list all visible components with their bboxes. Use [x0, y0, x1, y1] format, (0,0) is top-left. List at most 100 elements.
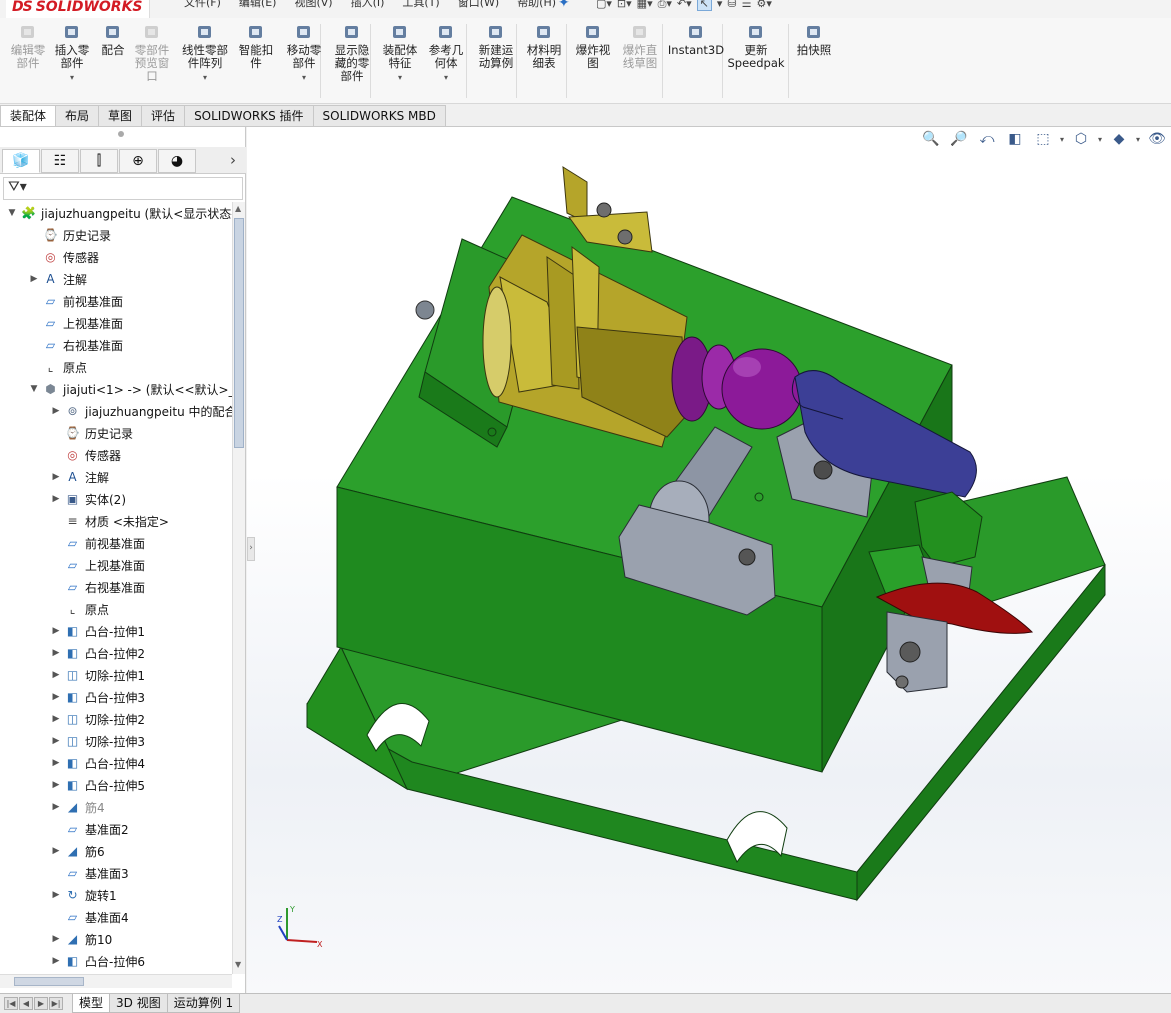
scrollbar-thumb[interactable] — [234, 218, 244, 448]
tree-vertical-scrollbar[interactable]: ▲ ▼ — [232, 202, 245, 974]
tree-item[interactable]: ▶ A 注解 — [28, 268, 87, 290]
ribbon-button-11[interactable]: 材料明 细表 — [524, 22, 564, 70]
dropdown-arrow-icon[interactable]: ▾ — [70, 71, 74, 84]
last-tab-icon[interactable]: ▶| — [49, 997, 63, 1010]
pin-icon[interactable]: ✦ — [558, 0, 570, 11]
ribbon-button-12[interactable]: 爆炸视 图 — [572, 22, 614, 70]
new-document-icon[interactable]: ▢▾ — [596, 0, 612, 10]
expand-toggle-icon[interactable]: ▶ — [50, 890, 62, 900]
dropdown-arrow-icon[interactable]: ▾ — [444, 71, 448, 84]
menu-item-0[interactable]: 文件(F) — [175, 0, 230, 10]
expand-toggle-icon[interactable]: ▶ — [50, 714, 62, 724]
undo-icon[interactable]: ↶▾ — [677, 0, 692, 10]
bottom-tab-1[interactable]: 3D 视图 — [109, 994, 168, 1013]
next-tab-icon[interactable]: ▶ — [34, 997, 48, 1010]
tree-item[interactable]: ▱ 基准面2 — [50, 818, 129, 840]
select-pointer-icon[interactable]: ↖ — [696, 0, 712, 11]
expand-toggle-icon[interactable]: ▼ — [6, 208, 18, 218]
ribbon-button-1[interactable]: 插入零 部件 ▾ — [52, 22, 92, 84]
tree-item[interactable]: ▱ 右视基准面 — [28, 334, 123, 356]
ribbon-button-0[interactable]: 编辑零 部件 — [8, 22, 48, 70]
tree-item[interactable]: ▶ ◧ 凸台-拉伸6 — [50, 950, 145, 972]
open-icon[interactable]: ⊡▾ — [617, 0, 632, 10]
tree-item[interactable]: ▱ 上视基准面 — [28, 312, 123, 334]
menu-item-3[interactable]: 插入(I) — [342, 0, 394, 10]
prev-tab-icon[interactable]: ◀ — [19, 997, 33, 1010]
tree-item[interactable]: ▱ 右视基准面 — [50, 576, 145, 598]
expand-toggle-icon[interactable]: ▶ — [50, 494, 62, 504]
bottom-tab-0[interactable]: 模型 — [72, 994, 111, 1013]
ribbon-button-2[interactable]: 配合 — [98, 22, 128, 57]
menu-item-2[interactable]: 视图(V) — [285, 0, 341, 10]
expand-toggle-icon[interactable]: ▶ — [50, 956, 62, 966]
ribbon-button-16[interactable]: 拍快照 — [794, 22, 834, 57]
expand-toggle-icon[interactable]: ▶ — [50, 692, 62, 702]
expand-toggle-icon[interactable]: ▶ — [50, 736, 62, 746]
property-manager-tab-icon[interactable]: ☷ — [41, 149, 79, 173]
dropdown-arrow-icon[interactable]: ▾ — [302, 71, 306, 84]
display-manager-tab-icon[interactable]: ◕ — [158, 149, 196, 173]
tree-item[interactable]: ▼🧩 jiajuzhuangpeitu (默认<显示状态-1> — [6, 202, 232, 224]
menu-item-5[interactable]: 窗口(W) — [449, 0, 508, 10]
feature-manager-tab-icon[interactable]: 🧊 — [2, 149, 40, 173]
tree-item[interactable]: ▶ ◧ 凸台-拉伸5 — [50, 774, 145, 796]
expand-toggle-icon[interactable]: ▶ — [50, 648, 62, 658]
tree-item[interactable]: ▶ ↻ 旋转1 — [50, 884, 117, 906]
tree-item[interactable]: ▶ ◧ 凸台-拉伸3 — [50, 686, 145, 708]
ribbon-button-6[interactable]: 移动零 部件 ▾ — [282, 22, 326, 84]
expand-toggle-icon[interactable]: ▶ — [50, 670, 62, 680]
tree-item[interactable]: ▶ ◧ 凸台-拉伸1 — [50, 620, 145, 642]
ribbon-button-14[interactable]: Instant3D — [668, 22, 724, 57]
scroll-up-icon[interactable]: ▲ — [235, 204, 241, 213]
scrollbar-thumb[interactable] — [14, 977, 84, 986]
chevron-right-icon[interactable]: › — [230, 151, 236, 169]
solidworks-logo[interactable]: DS SOLIDWORKS — [6, 0, 150, 18]
ribbon-button-3[interactable]: 零部件 预览窗 口 — [132, 22, 172, 83]
expand-toggle-icon[interactable]: ▶ — [50, 626, 62, 636]
ribbon-button-10[interactable]: 新建运 动算例 — [474, 22, 518, 70]
expand-toggle-icon[interactable]: ▶ — [50, 758, 62, 768]
ribbon-button-7[interactable]: 显示隐 藏的零 部件 — [330, 22, 374, 83]
tree-item[interactable]: ▶ ◧ 凸台-拉伸2 — [50, 642, 145, 664]
ribbon-button-8[interactable]: 装配体 特征 ▾ — [380, 22, 420, 84]
first-tab-icon[interactable]: |◀ — [4, 997, 18, 1010]
expand-toggle-icon[interactable]: ▶ — [50, 846, 62, 856]
ribbon-button-5[interactable]: 智能扣 件 — [236, 22, 276, 70]
expand-toggle-icon[interactable]: ▶ — [50, 406, 62, 416]
tree-item[interactable]: ▱ 前视基准面 — [50, 532, 145, 554]
tree-item[interactable]: ▱ 基准面3 — [50, 862, 129, 884]
tree-item[interactable]: ▶ ◫ 切除-拉伸3 — [50, 730, 145, 752]
dropdown-arrow-icon[interactable]: ▾ — [398, 71, 402, 84]
tree-item[interactable]: ▼ ⬢ jiajuti<1> -> (默认<<默认>_显示 — [28, 378, 232, 400]
tree-item[interactable]: ▶ ◢ 筋10 — [50, 928, 113, 950]
tree-item[interactable]: ≡ 材质 <未指定> — [50, 510, 168, 532]
tab-3[interactable]: 评估 — [141, 105, 186, 126]
dimxpert-tab-icon[interactable]: ⊕ — [119, 149, 157, 173]
tree-horizontal-scrollbar[interactable] — [0, 974, 232, 988]
tree-item[interactable]: ◎ 传感器 — [28, 246, 99, 268]
tree-item[interactable]: ▶ ◫ 切除-拉伸1 — [50, 664, 145, 686]
tree-item[interactable]: ▱ 基准面4 — [50, 906, 129, 928]
ribbon-button-15[interactable]: 更新 Speedpak — [727, 22, 785, 70]
menu-item-6[interactable]: 帮助(H) — [508, 0, 565, 10]
tree-item[interactable]: ▶ A 注解 — [50, 466, 109, 488]
file-properties-icon[interactable]: ☰ — [742, 0, 752, 10]
ribbon-button-4[interactable]: 线性零部 件阵列 ▾ — [178, 22, 232, 84]
tree-item[interactable]: ⌚ 历史记录 — [28, 224, 111, 246]
menu-item-4[interactable]: 工具(T) — [393, 0, 448, 10]
tree-item[interactable]: ▶ ◫ 切除-拉伸2 — [50, 708, 145, 730]
tab-5[interactable]: SOLIDWORKS MBD — [312, 105, 446, 126]
tree-item[interactable]: ▶ ▣ 实体(2) — [50, 488, 126, 510]
bottom-tab-2[interactable]: 运动算例 1 — [166, 994, 241, 1013]
tree-item[interactable]: ▱ 上视基准面 — [50, 554, 145, 576]
scroll-down-icon[interactable]: ▼ — [235, 960, 241, 969]
options-gear-icon[interactable]: ⚙▾ — [757, 0, 772, 10]
tree-item[interactable]: ▶ ⊚ jiajuzhuangpeitu 中的配合 — [50, 400, 232, 422]
menu-item-1[interactable]: 编辑(E) — [230, 0, 286, 10]
tree-item[interactable]: ◎ 传感器 — [50, 444, 121, 466]
expand-toggle-icon[interactable]: ▶ — [28, 274, 40, 284]
tree-item[interactable]: ⌞ 原点 — [50, 598, 109, 620]
tree-item[interactable]: ▶ ◢ 筋4 — [50, 796, 105, 818]
rebuild-icon[interactable]: ⛁ — [727, 0, 736, 10]
expand-toggle-icon[interactable]: ▼ — [28, 384, 40, 394]
